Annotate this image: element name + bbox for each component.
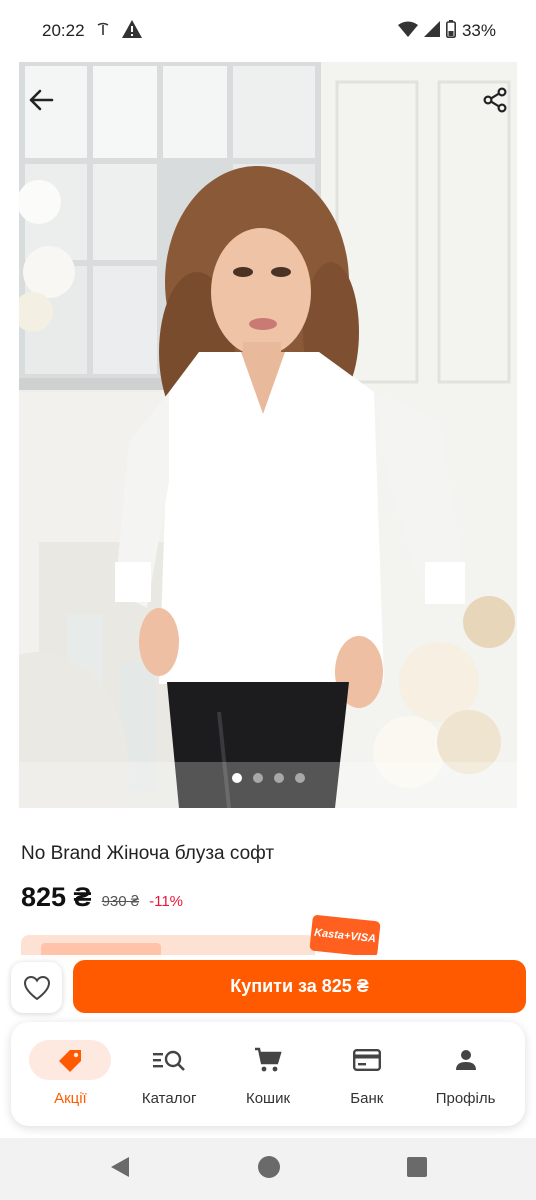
card-icon — [352, 1049, 381, 1071]
price-row: 825 ₴ 930 ₴ -11% — [21, 882, 183, 913]
wifi-icon — [397, 21, 418, 42]
triangle-back-icon — [111, 1156, 129, 1177]
arrow-back-icon — [29, 89, 54, 111]
nav-label: Кошик — [245, 1090, 291, 1107]
nav-item-profile[interactable]: Профіль — [416, 1022, 515, 1126]
status-time: 20:22 — [42, 21, 85, 40]
battery-percent: 33% — [461, 21, 496, 40]
nav-label: Банк — [350, 1090, 384, 1107]
nav-icon-container — [29, 1040, 112, 1080]
status-bar: 20:22 33% — [0, 0, 536, 62]
bottom-nav: Акції Каталог Кошик Банк Профіль — [11, 1022, 525, 1126]
nav-label: Акції — [54, 1090, 87, 1107]
system-home-button[interactable] — [257, 1155, 281, 1184]
heart-icon — [23, 975, 50, 1000]
status-left: 20:22 — [42, 19, 143, 44]
discount-badge: -11% — [149, 893, 184, 910]
battery-icon — [445, 19, 456, 43]
nav-icon-container — [128, 1040, 210, 1080]
price-old: 930 ₴ — [101, 893, 140, 910]
gallery-pagination — [19, 773, 517, 783]
share-icon — [483, 87, 507, 113]
kasta-visa-card-badge: Kasta+VISA — [309, 914, 381, 958]
gallery-dot[interactable] — [294, 773, 305, 783]
nav-icon-container — [425, 1040, 507, 1080]
gallery-dot[interactable] — [252, 773, 263, 783]
system-navigation-bar — [0, 1138, 536, 1200]
square-recents-icon — [407, 1156, 427, 1177]
profile-icon — [455, 1050, 476, 1070]
nav-item-bank[interactable]: Банк — [317, 1022, 416, 1126]
cart-icon — [254, 1047, 282, 1072]
sale-tag-icon — [59, 1050, 82, 1072]
gallery-dot[interactable] — [231, 773, 242, 783]
product-photo — [19, 62, 517, 808]
wishlist-button[interactable] — [11, 962, 62, 1013]
buy-button[interactable]: Купити за 825 ₴ — [73, 960, 526, 1013]
nav-label: Каталог — [141, 1090, 197, 1107]
product-title: No Brand Жіноча блуза софт — [21, 843, 275, 864]
share-button[interactable] — [477, 82, 513, 118]
catalog-search-icon — [153, 1050, 186, 1071]
action-bar: Купити за 825 ₴ — [0, 955, 536, 1021]
nav-icon-container — [326, 1040, 408, 1080]
circle-home-icon — [258, 1155, 280, 1178]
nav-item-cart[interactable]: Кошик — [219, 1022, 318, 1126]
nav-label: Профіль — [435, 1090, 496, 1107]
price-current: 825 ₴ — [21, 882, 92, 912]
nav-item-catalog[interactable]: Каталог — [120, 1022, 219, 1126]
warning-icon — [121, 19, 143, 44]
back-button[interactable] — [23, 82, 59, 118]
system-recents-button[interactable] — [407, 1156, 427, 1182]
gallery-dot[interactable] — [273, 773, 284, 783]
network-icon — [97, 21, 109, 41]
status-right: 33% — [397, 19, 496, 43]
nav-item-sales[interactable]: Акції — [21, 1022, 120, 1126]
nav-icon-container — [227, 1040, 309, 1080]
system-back-button[interactable] — [109, 1156, 131, 1183]
product-image-gallery[interactable] — [19, 62, 517, 808]
signal-icon — [423, 20, 440, 42]
